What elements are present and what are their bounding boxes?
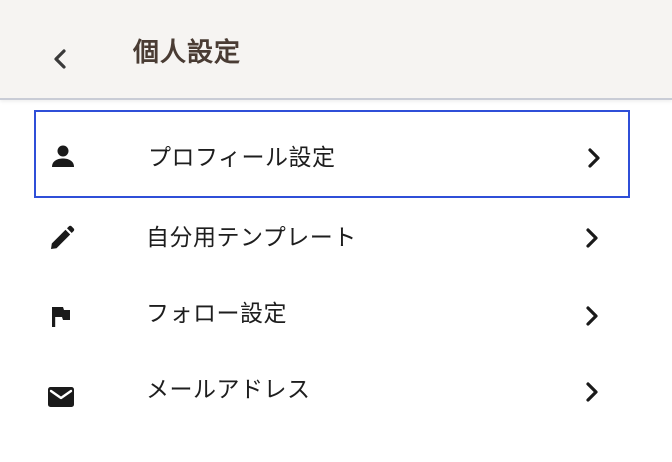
person-icon [48,142,78,172]
pencil-icon [46,224,76,254]
menu-item-profile-settings[interactable]: プロフィール設定 [34,110,630,198]
page-title: 個人設定 [133,38,242,68]
menu-item-my-templates[interactable]: 自分用テンプレート [34,196,630,284]
menu-item-email-address[interactable]: メールアドレス [34,350,630,438]
menu-item-label: 自分用テンプレート [146,225,357,251]
menu-item-follow-settings[interactable]: フォロー設定 [34,272,630,360]
mail-icon [46,382,76,412]
menu-item-label: プロフィール設定 [148,145,336,171]
menu-item-label: フォロー設定 [146,301,287,327]
chevron-right-icon [580,226,604,250]
back-button[interactable] [40,38,80,78]
chevron-right-icon [582,146,606,170]
settings-page: 個人設定 プロフィール設定 自分用テンプレート フォロー設定 メールアドレス [0,0,672,462]
chevron-left-icon [54,49,66,69]
chevron-right-icon [580,380,604,404]
chevron-right-icon [580,304,604,328]
header-bar: 個人設定 [0,0,672,100]
flag-icon [46,302,76,332]
menu-item-label: メールアドレス [146,377,311,403]
